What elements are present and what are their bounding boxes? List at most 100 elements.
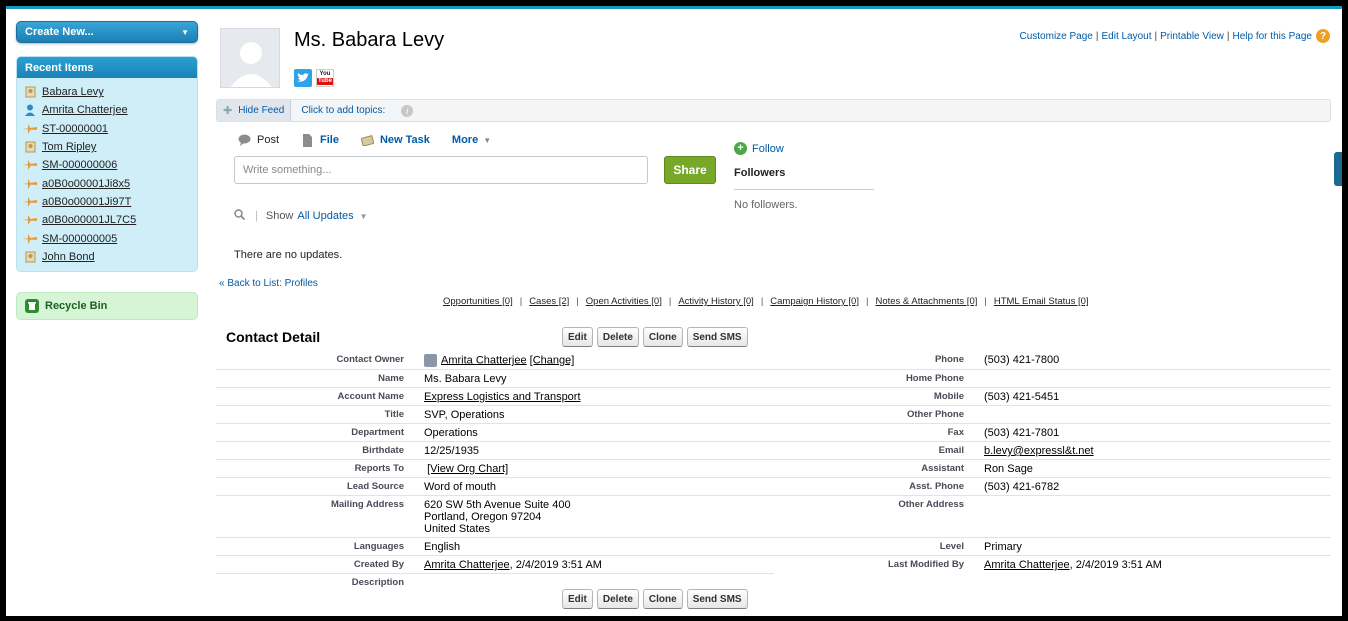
campaign-history-link[interactable]: Campaign History [0] xyxy=(770,296,859,307)
recent-item-link[interactable]: a0B0o00001Ji97T xyxy=(42,196,131,208)
recent-item[interactable]: John Bond xyxy=(23,248,191,266)
user-icon xyxy=(424,354,437,367)
tab-new-task[interactable]: New Task xyxy=(360,134,430,146)
detail-row: Reports To [View Org Chart] Assistant Ro… xyxy=(216,460,1331,478)
address-line: 620 SW 5th Avenue Suite 400 xyxy=(424,499,571,511)
recent-item[interactable]: a0B0o00001Ji97T xyxy=(23,193,191,211)
clone-button[interactable]: Clone xyxy=(642,327,683,347)
field-label: Mailing Address xyxy=(330,499,404,510)
recent-item-link[interactable]: a0B0o00001Ji8x5 xyxy=(42,178,130,190)
detail-row: Languages English Level Primary xyxy=(216,538,1331,556)
recycle-bin-label: Recycle Bin xyxy=(45,299,108,312)
recent-item[interactable]: Babara Levy xyxy=(23,83,191,101)
field-label: Account Name xyxy=(337,391,404,402)
help-link[interactable]: Help for this Page xyxy=(1233,31,1313,42)
feed-filter: | Show All Updates ▼ xyxy=(234,209,368,223)
opportunities-link[interactable]: Opportunities [0] xyxy=(443,296,513,307)
detail-row: Description xyxy=(216,574,1331,590)
create-new-label: Create New... xyxy=(25,26,94,38)
modified-by-link[interactable]: Amrita Chatterjee xyxy=(984,559,1070,571)
open-activities-link[interactable]: Open Activities [0] xyxy=(586,296,662,307)
tab-file-label: File xyxy=(320,134,339,146)
recent-item[interactable]: SM-000000005 xyxy=(23,229,191,247)
clone-button[interactable]: Clone xyxy=(642,589,683,609)
speech-bubble-icon xyxy=(238,134,251,146)
send-sms-button[interactable]: Send SMS xyxy=(686,589,748,609)
create-new-button[interactable]: Create New... ▼ xyxy=(16,21,198,43)
view-org-chart-link[interactable]: [View Org Chart] xyxy=(427,463,508,475)
hide-feed-button[interactable]: ✚ Hide Feed xyxy=(217,100,292,121)
field-label: Home Phone xyxy=(905,373,964,384)
add-topics-link[interactable]: Click to add topics: xyxy=(301,105,385,116)
detail-buttons-top: Edit Delete Clone Send SMS xyxy=(562,327,748,347)
side-panel-toggle[interactable] xyxy=(1334,152,1342,186)
avatar xyxy=(220,28,280,88)
field-label: Birthdate xyxy=(362,445,404,456)
search-icon[interactable] xyxy=(234,209,246,223)
back-to-list-link[interactable]: « Back to List: Profiles xyxy=(219,278,318,289)
updates-filter-dropdown[interactable]: All Updates xyxy=(297,210,353,222)
contact-owner-link[interactable]: Amrita Chatterjee xyxy=(441,354,527,366)
account-link[interactable]: Express Logistics and Transport xyxy=(424,391,581,403)
address-line: United States xyxy=(424,523,491,535)
post-input[interactable]: Write something... xyxy=(234,156,648,184)
created-by-link[interactable]: Amrita Chatterjee xyxy=(424,559,510,571)
field-value: Amrita Chatterjee, 2/4/2019 3:51 AM xyxy=(974,556,1331,574)
airplane-icon xyxy=(23,196,37,208)
tab-more[interactable]: More ▼ xyxy=(452,134,491,146)
recent-item-link[interactable]: Amrita Chatterjee xyxy=(42,104,128,116)
activity-history-link[interactable]: Activity History [0] xyxy=(678,296,754,307)
edit-layout-link[interactable]: Edit Layout xyxy=(1101,31,1151,42)
recent-item[interactable]: SM-000000006 xyxy=(23,156,191,174)
edit-button[interactable]: Edit xyxy=(562,327,593,347)
delete-button[interactable]: Delete xyxy=(596,327,639,347)
field-value xyxy=(974,496,1331,537)
recent-item[interactable]: Tom Ripley xyxy=(23,138,191,156)
social-links: You Tube xyxy=(294,69,334,87)
recent-item-link[interactable]: Tom Ripley xyxy=(42,141,96,153)
printable-view-link[interactable]: Printable View xyxy=(1160,31,1224,42)
recent-item-link[interactable]: ST-00000001 xyxy=(42,123,108,135)
share-button[interactable]: Share xyxy=(664,156,716,184)
twitter-icon[interactable] xyxy=(294,69,312,87)
recycle-bin-link[interactable]: Recycle Bin xyxy=(16,291,198,320)
delete-button[interactable]: Delete xyxy=(596,589,639,609)
field-value: 12/25/1935 xyxy=(424,445,480,457)
recent-item[interactable]: a0B0o00001Ji8x5 xyxy=(23,174,191,192)
field-label: Department xyxy=(351,427,404,438)
tab-post[interactable]: Post xyxy=(238,134,279,146)
detail-row: Created By Amrita Chatterjee, 2/4/2019 3… xyxy=(216,556,1331,574)
edit-button[interactable]: Edit xyxy=(562,589,593,609)
chevron-down-icon[interactable]: ▼ xyxy=(360,212,368,221)
change-owner-link[interactable]: [Change] xyxy=(530,354,575,366)
email-link[interactable]: b.levy@expressl&t.net xyxy=(984,445,1094,457)
follow-button[interactable]: + Follow xyxy=(734,142,784,155)
youtube-icon-tube: Tube xyxy=(317,78,333,85)
recent-item-link[interactable]: John Bond xyxy=(42,251,95,263)
separator: | xyxy=(1154,30,1158,42)
help-icon[interactable]: ? xyxy=(1316,29,1330,43)
cases-link[interactable]: Cases [2] xyxy=(529,296,569,307)
customize-page-link[interactable]: Customize Page xyxy=(1020,31,1093,42)
contact-detail-table: Contact Owner Amrita Chatterjee [Change]… xyxy=(216,351,1331,590)
field-label: Last Modified By xyxy=(887,559,964,570)
notes-attachments-link[interactable]: Notes & Attachments [0] xyxy=(875,296,977,307)
youtube-icon[interactable]: You Tube xyxy=(316,69,334,87)
field-label: Asst. Phone xyxy=(909,481,964,492)
recent-item[interactable]: Amrita Chatterjee xyxy=(23,101,191,119)
recent-item-link[interactable]: SM-000000006 xyxy=(42,159,117,171)
recent-item[interactable]: a0B0o00001JL7C5 xyxy=(23,211,191,229)
html-email-status-link[interactable]: HTML Email Status [0] xyxy=(994,296,1089,307)
recent-item-link[interactable]: a0B0o00001JL7C5 xyxy=(42,214,136,226)
created-by-half: Created By Amrita Chatterjee, 2/4/2019 3… xyxy=(216,556,774,574)
recycle-bin-icon xyxy=(25,298,39,313)
recent-item-link[interactable]: Babara Levy xyxy=(42,86,104,98)
field-value: SVP, Operations xyxy=(424,409,505,421)
recent-item[interactable]: ST-00000001 xyxy=(23,120,191,138)
send-sms-button[interactable]: Send SMS xyxy=(686,327,748,347)
tab-file[interactable]: File xyxy=(301,133,339,147)
recent-item-link[interactable]: SM-000000005 xyxy=(42,233,117,245)
app-frame: Create New... ▼ Recent Items Babara Levy… xyxy=(6,6,1342,616)
info-icon[interactable]: i xyxy=(401,104,414,117)
field-value: Express Logistics and Transport xyxy=(414,388,774,405)
